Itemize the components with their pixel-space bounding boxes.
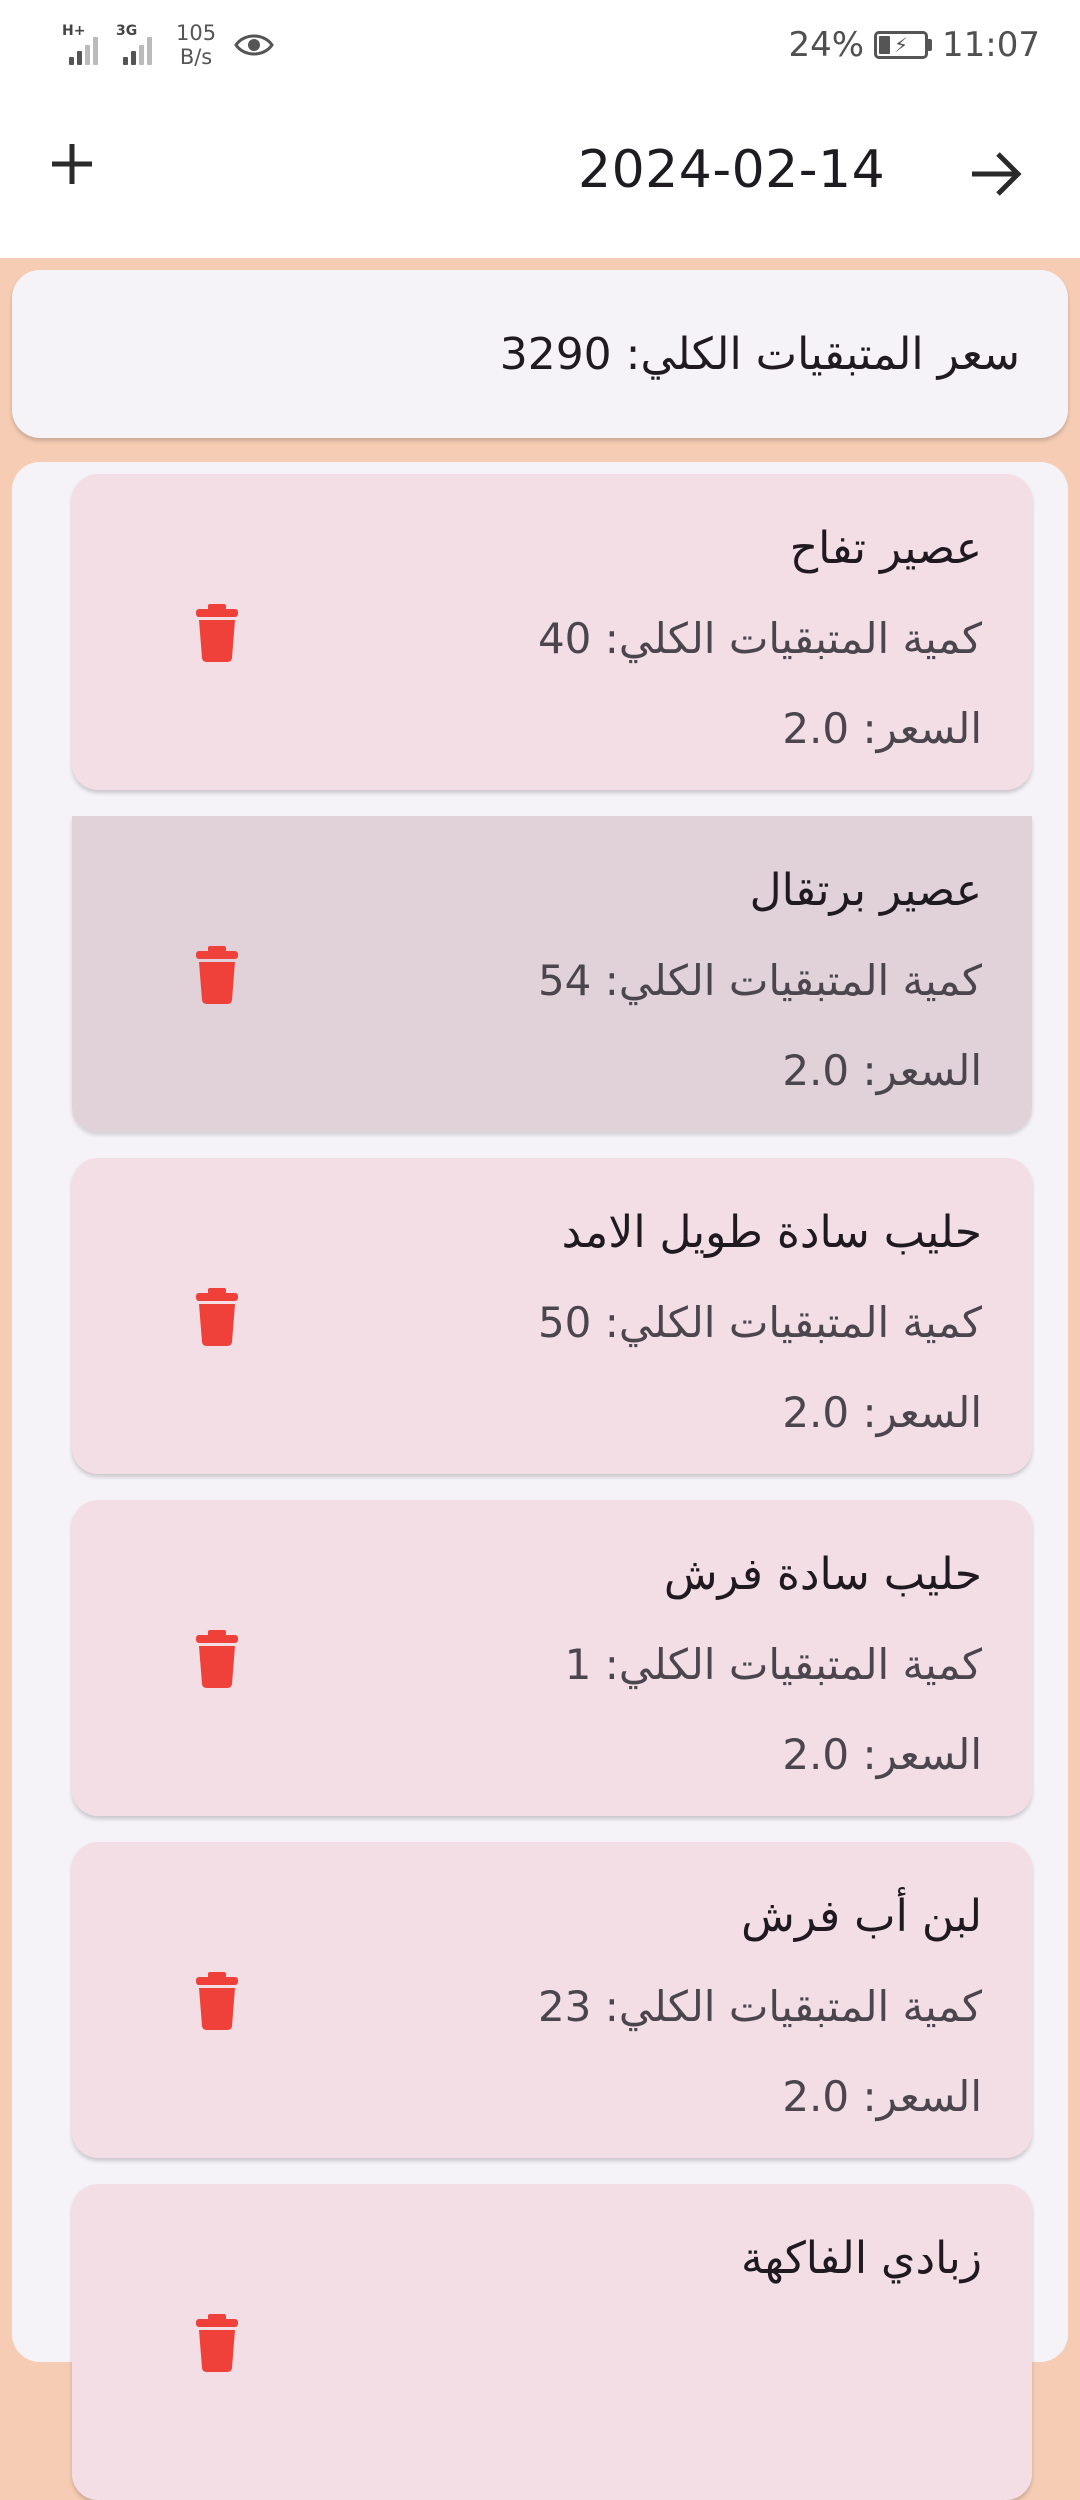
signal-icon-2: 3G (116, 23, 152, 65)
eye-icon (234, 34, 274, 56)
item-quantity: كمية المتبقيات الكلي: 1 (564, 1640, 982, 1689)
status-left: H+ 3G 105 B/s (62, 21, 274, 69)
item-price: السعر: 2.0 (782, 1388, 982, 1437)
network-speed-unit: B/s (179, 45, 213, 69)
total-summary-card: سعر المتبقيات الكلي: 3290 (12, 270, 1068, 438)
network-speed-value: 105 (176, 21, 217, 45)
item-name: عصير تفاح (789, 523, 982, 574)
trash-icon[interactable] (196, 946, 238, 1004)
item-price: السعر: 2.0 (782, 1046, 982, 1095)
status-bar: H+ 3G 105 B/s 24% ⚡ 11:07 (0, 0, 1080, 90)
battery-percent: 24% (788, 25, 865, 65)
status-right: 24% ⚡ 11:07 (788, 25, 1040, 65)
trash-icon[interactable] (196, 1288, 238, 1346)
battery-icon: ⚡ (874, 31, 933, 59)
item-price: السعر: 2.0 (782, 2072, 982, 2121)
item-quantity: كمية المتبقيات الكلي: 23 (537, 1982, 982, 2031)
list-item[interactable]: عصير برتقال كمية المتبقيات الكلي: 54 الس… (72, 816, 1032, 1132)
item-quantity: كمية المتبقيات الكلي: 40 (537, 614, 982, 663)
network-type-label: H+ (62, 23, 86, 39)
list-item[interactable]: زبادي الفاكهة (72, 2184, 1032, 2500)
item-quantity: كمية المتبقيات الكلي: 54 (537, 956, 982, 1005)
app-bar: 2024-02-14 (0, 90, 1080, 258)
item-name: حليب سادة طويل الامد (561, 1207, 982, 1258)
list-item[interactable]: لبن أب فرش كمية المتبقيات الكلي: 23 السع… (72, 1842, 1032, 2158)
trash-icon[interactable] (196, 1630, 238, 1688)
arrow-right-icon[interactable] (966, 144, 1026, 204)
item-price: السعر: 2.0 (782, 704, 982, 753)
item-name: عصير برتقال (749, 865, 982, 916)
trash-icon[interactable] (196, 604, 238, 662)
item-name: حليب سادة فرش (663, 1549, 982, 1600)
clock: 11:07 (942, 25, 1040, 65)
item-name: زبادي الفاكهة (740, 2233, 982, 2284)
total-remaining-price: سعر المتبقيات الكلي: 3290 (499, 328, 1020, 380)
item-quantity: كمية المتبقيات الكلي: 50 (537, 1298, 982, 1347)
date-title: 2024-02-14 (578, 140, 886, 200)
item-name: لبن أب فرش (741, 1891, 982, 1942)
trash-icon[interactable] (196, 2314, 238, 2372)
signal-icon: H+ (62, 23, 98, 65)
network-type-label-2: 3G (116, 23, 138, 39)
items-list: عصير تفاح كمية المتبقيات الكلي: 40 السعر… (12, 462, 1068, 2500)
list-item[interactable]: حليب سادة طويل الامد كمية المتبقيات الكل… (72, 1158, 1032, 1474)
item-price: السعر: 2.0 (782, 1730, 982, 1779)
item-price (741, 2394, 982, 2484)
network-speed: 105 B/s (176, 21, 216, 69)
list-item[interactable]: حليب سادة فرش كمية المتبقيات الكلي: 1 ال… (72, 1500, 1032, 1816)
trash-icon[interactable] (196, 1972, 238, 2030)
plus-icon[interactable] (42, 134, 102, 194)
item-quantity (741, 2304, 982, 2394)
list-item[interactable]: عصير تفاح كمية المتبقيات الكلي: 40 السعر… (72, 474, 1032, 790)
